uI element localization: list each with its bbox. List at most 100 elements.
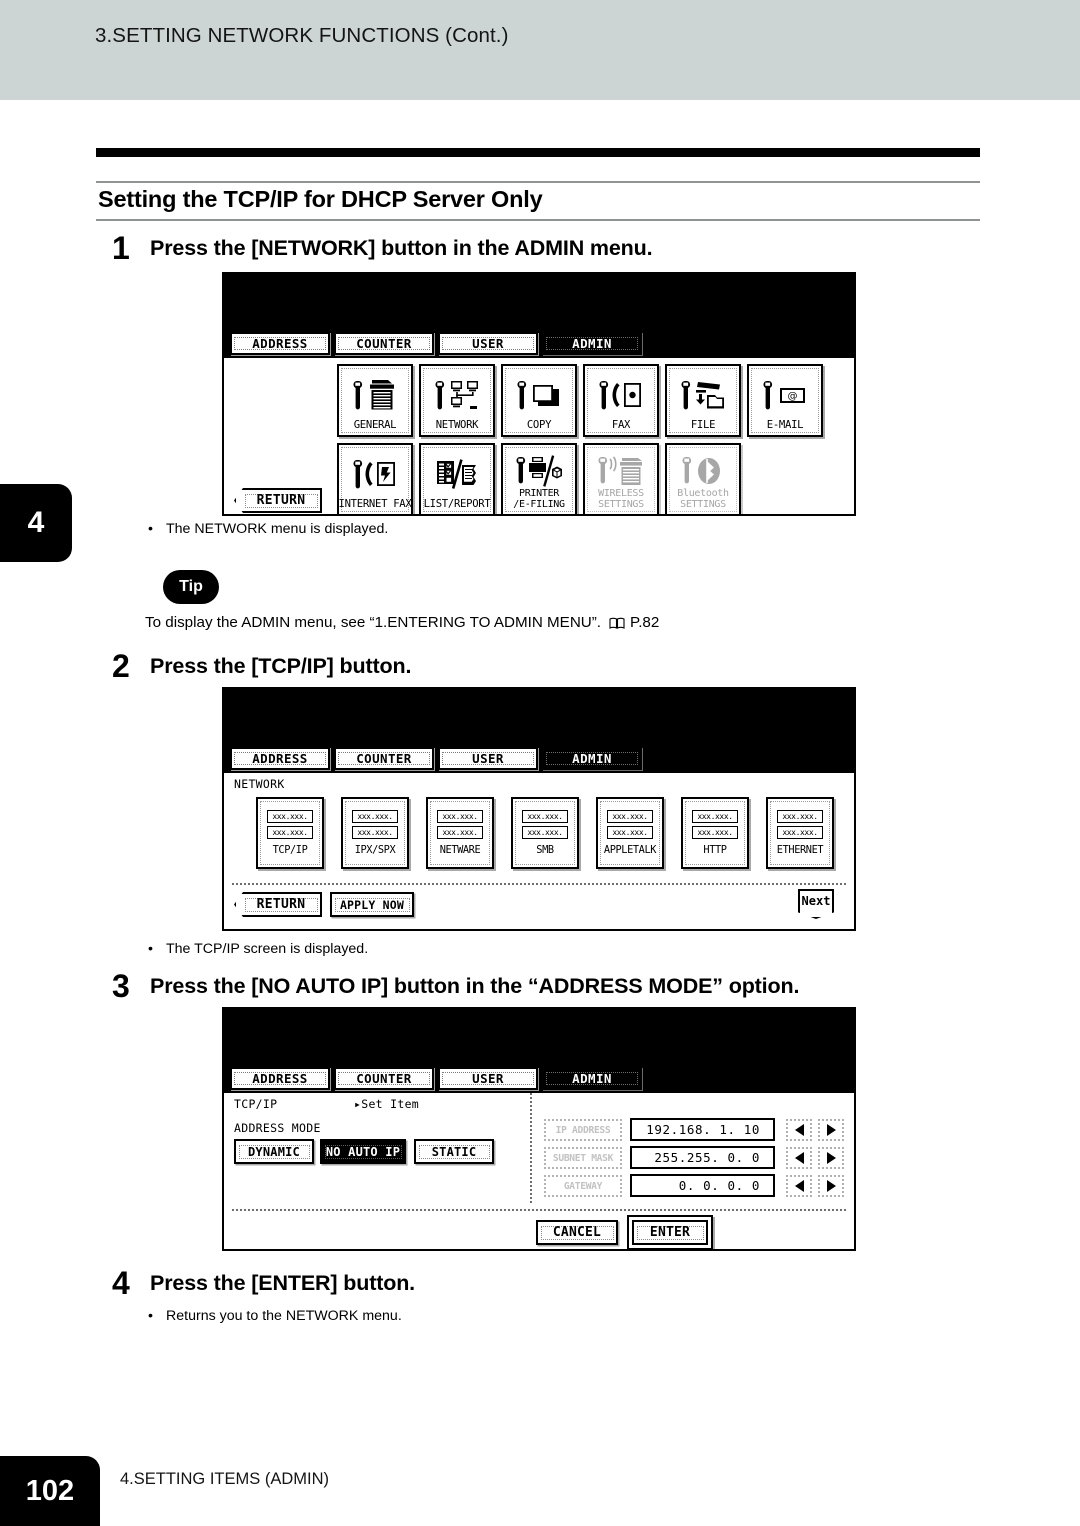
lcd-titlebar-tcpip (224, 1009, 854, 1071)
ntile-http[interactable]: xxx.xxx. xxx.xxx. HTTP (681, 797, 749, 869)
tile-printer-label-line2: /E-FILING (513, 498, 565, 510)
lcd-tabbar-network: ADDRESS COUNTER USER ADMIN (224, 745, 854, 773)
ip-address-increment-button[interactable] (818, 1119, 844, 1141)
gateway-increment-button[interactable] (818, 1175, 844, 1197)
tile-wireless-label-line2: SETTINGS (598, 498, 644, 510)
set-item-label: ▸Set Item (354, 1097, 420, 1111)
tile-list-report[interactable]: LIST/REPORT (419, 443, 495, 514)
arrow-right-icon (826, 1152, 836, 1164)
ntile-smb[interactable]: xxx.xxx. xxx.xxx. SMB (511, 797, 579, 869)
tile-general[interactable]: GENERAL (337, 364, 413, 437)
network-screen-caption: NETWORK (234, 777, 285, 791)
bullet-dot-4: • (148, 1308, 153, 1324)
tab-user-network[interactable]: USER (438, 747, 538, 770)
subnet-mask-decrement-button[interactable] (786, 1147, 812, 1169)
lcd-body-tcpip: TCP/IP ▸Set Item ADDRESS MODE DYNAMIC NO… (224, 1093, 854, 1249)
tile-email[interactable]: @ E-MAIL (747, 364, 823, 437)
gateway-decrement-button[interactable] (786, 1175, 812, 1197)
tip-page-ref: P.82 (630, 614, 660, 631)
address-mode-static-button[interactable]: STATIC (414, 1139, 494, 1164)
tab-address-tcpip[interactable]: ADDRESS (230, 1067, 330, 1090)
note-step-4: • Returns you to the NETWORK menu. (148, 1308, 402, 1324)
ntile-ethernet-label: ETHERNET (776, 843, 824, 856)
ntile-ethernet[interactable]: xxx.xxx. xxx.xxx. ETHERNET (766, 797, 834, 869)
wrench-wireless-icon (588, 453, 654, 489)
tcpip-footer-divider (232, 1209, 846, 1211)
tab-counter-tcpip[interactable]: COUNTER (334, 1067, 434, 1090)
list-report-icon (424, 448, 490, 499)
address-mode-dynamic-button[interactable]: DYNAMIC (234, 1139, 314, 1164)
subnet-mask-increment-button[interactable] (818, 1147, 844, 1169)
screenshot-tcpip-screen: ADDRESS COUNTER USER ADMIN TCP/IP ▸Set I… (222, 1007, 856, 1251)
tile-network[interactable]: NETWORK (419, 364, 495, 437)
lcd-body-admin: GENERAL NETWORK COPY FAX FILE @ E-MAIL I… (224, 358, 854, 514)
apply-now-button[interactable]: APPLY NOW (330, 892, 414, 917)
ntile-netware-label: NETWARE (439, 843, 481, 856)
gateway-value[interactable]: 0. 0. 0. 0 (630, 1174, 775, 1197)
subnet-mask-label: SUBNET MASK (544, 1147, 622, 1169)
tile-printer-efiling[interactable]: PRINTER /E-FILING (501, 443, 577, 514)
section-title: Setting the TCP/IP for DHCP Server Only (98, 186, 543, 212)
wrench-email-icon: @ (752, 369, 818, 420)
gateway-label: GATEWAY (544, 1175, 622, 1197)
ntile-tcpip-label: TCP/IP (272, 843, 308, 856)
tile-copy-label: COPY (526, 419, 552, 431)
ip-address-value[interactable]: 192.168. 1. 10 (630, 1118, 775, 1141)
wrench-network-icon (424, 369, 490, 420)
cancel-button[interactable]: CANCEL (536, 1220, 618, 1245)
screenshot-admin-menu: ADDRESS COUNTER USER ADMIN GENERAL NETWO… (222, 272, 856, 516)
section-rule-bottom (96, 219, 980, 221)
step-3-text: Press the [NO AUTO IP] button in the “AD… (150, 974, 800, 998)
footer-chapter-title: 4.SETTING ITEMS (ADMIN) (120, 1470, 330, 1488)
lcd-tabbar: ADDRESS COUNTER USER ADMIN (224, 330, 854, 358)
tile-bluetooth-label-line2: SETTINGS (680, 498, 726, 510)
tab-counter[interactable]: COUNTER (334, 332, 434, 355)
tile-fax[interactable]: FAX (583, 364, 659, 437)
svg-text:@: @ (788, 391, 798, 402)
bullet-dot: • (148, 521, 153, 537)
tile-file[interactable]: FILE (665, 364, 741, 437)
tab-admin-tcpip[interactable]: ADMIN (542, 1067, 642, 1090)
step-1-number: 1 (112, 230, 130, 266)
ntile-appletalk[interactable]: xxx.xxx. xxx.xxx. APPLETALK (596, 797, 664, 869)
ntile-smb-label: SMB (536, 843, 554, 856)
arrow-right-icon (826, 1124, 836, 1136)
step-4-text: Press the [ENTER] button. (150, 1271, 416, 1295)
return-button-network[interactable]: RETURN (234, 892, 322, 917)
wrench-copy-icon (506, 369, 572, 420)
tab-counter-network[interactable]: COUNTER (334, 747, 434, 770)
bullet-dot-2: • (148, 941, 153, 957)
tab-admin[interactable]: ADMIN (542, 332, 642, 355)
lcd-tabbar-tcpip: ADDRESS COUNTER USER ADMIN (224, 1065, 854, 1093)
tile-internet-fax[interactable]: INTERNET FAX (337, 443, 413, 514)
ntile-ipxspx[interactable]: xxx.xxx. xxx.xxx. IPX/SPX (341, 797, 409, 869)
tile-bluetooth-label-line1: Bluetooth (677, 488, 729, 499)
lcd-titlebar-network (224, 689, 854, 751)
tile-copy[interactable]: COPY (501, 364, 577, 437)
enter-button[interactable]: ENTER (632, 1220, 708, 1245)
tab-user[interactable]: USER (438, 332, 538, 355)
section-rule-thick (96, 148, 980, 157)
step-2-number: 2 (112, 648, 130, 684)
return-button-admin[interactable]: RETURN (234, 488, 322, 513)
arrow-right-icon (826, 1180, 836, 1192)
next-button[interactable]: Next (798, 889, 834, 919)
tab-address[interactable]: ADDRESS (230, 332, 330, 355)
tab-admin-network[interactable]: ADMIN (542, 747, 642, 770)
tile-bluetooth-settings[interactable]: Bluetooth SETTINGS (665, 443, 741, 514)
wrench-fax-icon (588, 369, 654, 420)
tile-general-label: GENERAL (353, 419, 397, 431)
tab-address-network[interactable]: ADDRESS (230, 747, 330, 770)
ntile-tcpip[interactable]: xxx.xxx. xxx.xxx. TCP/IP (256, 797, 324, 869)
tile-wireless-settings[interactable]: WIRELESS SETTINGS (583, 443, 659, 514)
section-rule-top (96, 181, 980, 183)
tile-wireless-label-line1: WIRELESS (598, 488, 644, 499)
address-mode-no-auto-ip-button[interactable]: NO AUTO IP (320, 1139, 406, 1164)
ntile-netware[interactable]: xxx.xxx. xxx.xxx. NETWARE (426, 797, 494, 869)
subnet-mask-value[interactable]: 255.255. 0. 0 (630, 1146, 775, 1169)
ip-address-decrement-button[interactable] (786, 1119, 812, 1141)
note-step-2: • The TCP/IP screen is displayed. (148, 941, 369, 957)
tab-user-tcpip[interactable]: USER (438, 1067, 538, 1090)
ntile-ipxspx-label: IPX/SPX (354, 843, 396, 856)
tile-email-label: E-MAIL (766, 419, 804, 431)
